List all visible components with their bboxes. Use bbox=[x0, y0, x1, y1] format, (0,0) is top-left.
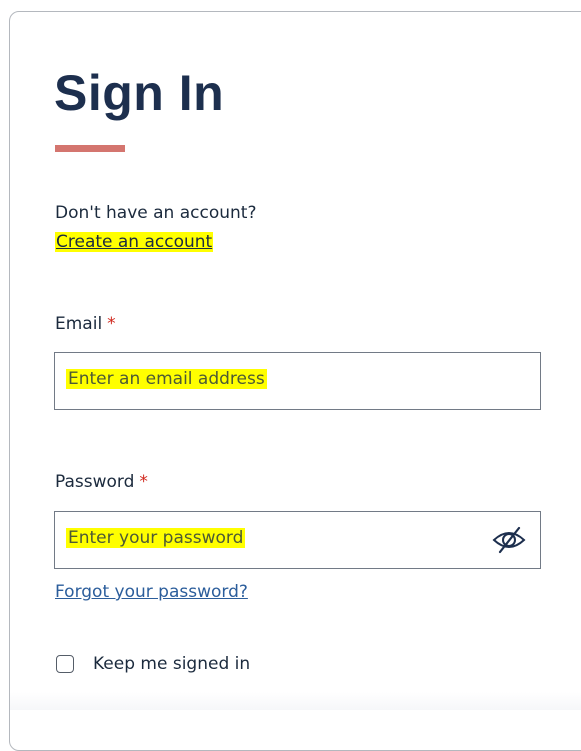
email-placeholder: Enter an email address bbox=[66, 369, 267, 389]
eye-slash-icon[interactable] bbox=[492, 525, 526, 555]
page-title: Sign In bbox=[54, 65, 225, 121]
password-label: Password * bbox=[55, 472, 148, 492]
email-label-text: Email bbox=[55, 314, 103, 334]
no-account-text: Don't have an account? bbox=[55, 203, 257, 223]
email-label: Email * bbox=[55, 314, 116, 334]
password-label-text: Password bbox=[55, 472, 135, 492]
title-accent-bar bbox=[55, 145, 125, 152]
email-required-marker: * bbox=[107, 314, 116, 334]
keep-signed-in-label[interactable]: Keep me signed in bbox=[93, 654, 250, 674]
password-required-marker: * bbox=[139, 472, 148, 492]
password-field[interactable]: Enter your password bbox=[54, 511, 541, 569]
card-bottom-shade bbox=[10, 692, 581, 710]
keep-signed-in-checkbox[interactable] bbox=[56, 655, 74, 673]
password-placeholder: Enter your password bbox=[66, 528, 246, 548]
forgot-password-link[interactable]: Forgot your password? bbox=[55, 582, 248, 602]
create-account-link[interactable]: Create an account bbox=[55, 232, 214, 252]
email-field[interactable]: Enter an email address bbox=[54, 352, 541, 410]
